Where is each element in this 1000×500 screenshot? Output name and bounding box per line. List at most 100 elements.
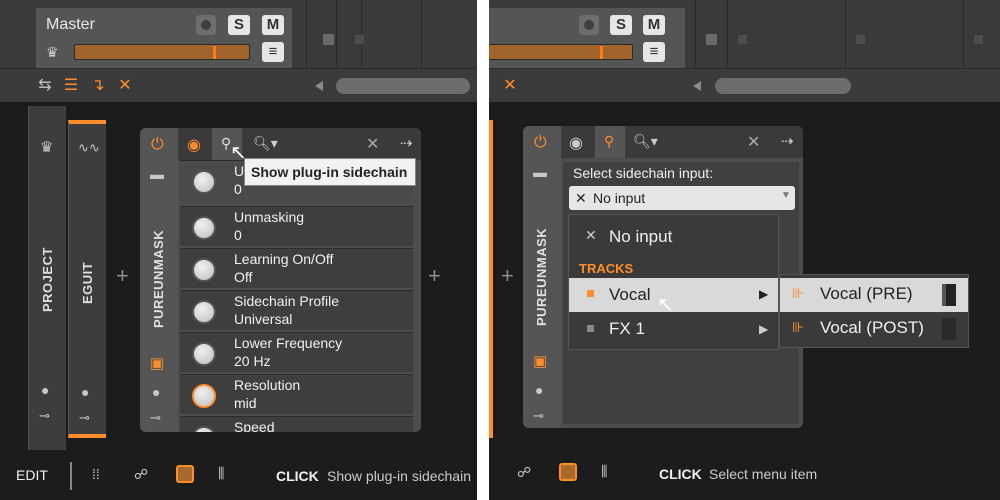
track-color-icon <box>587 325 594 332</box>
arrow-return-icon[interactable]: ↴ <box>88 76 108 96</box>
grid-icon[interactable]: ⁞⁞ <box>92 466 100 482</box>
add-device-button[interactable]: + <box>501 263 514 289</box>
device-name: PUREUNMASK <box>151 229 166 328</box>
link-icon[interactable]: ☍ <box>134 466 148 483</box>
power-icon[interactable]: ⏻ <box>534 134 547 152</box>
close-icon[interactable]: ✕ <box>500 76 520 96</box>
project-panel-label: PROJECT <box>40 247 55 312</box>
knob-icon[interactable] <box>192 216 216 240</box>
knob-icon[interactable] <box>192 258 216 282</box>
parameter-row[interactable]: Resolution mid <box>180 374 413 414</box>
crown-icon: ♛ <box>40 139 54 156</box>
mute-button[interactable]: M <box>643 15 665 35</box>
chevron-down-icon: ▼ <box>781 190 791 201</box>
scroll-left-icon[interactable] <box>315 81 323 91</box>
knob-icon[interactable] <box>192 426 216 432</box>
add-device-button[interactable]: + <box>428 263 441 289</box>
menu-item-label: Vocal <box>609 285 651 304</box>
parameter-name: Resolution <box>234 377 301 393</box>
clip-slot[interactable] <box>306 0 361 68</box>
scroll-left-icon[interactable] <box>693 81 701 91</box>
window-icon[interactable]: ▣ <box>533 352 547 370</box>
folder-icon[interactable]: ▬ <box>533 164 547 180</box>
clip-stop-icon <box>974 35 983 44</box>
power-icon[interactable]: ⏻ <box>151 136 164 154</box>
select-clear-icon: ✕ <box>575 190 587 206</box>
parameter-row[interactable]: Sidechain Profile Universal <box>180 290 413 330</box>
dial-icon[interactable]: ◉ <box>187 135 201 155</box>
volume-fader-marker <box>600 46 603 59</box>
arrow-right-icon[interactable]: ⇢ <box>400 134 413 152</box>
status-action: CLICK <box>276 468 319 484</box>
swap-icon[interactable]: ⇆ <box>35 76 55 96</box>
menu-icon[interactable]: ≡ <box>643 42 665 62</box>
menu-item-no-input[interactable]: ✕ No input <box>569 223 778 253</box>
search-icon[interactable]: 🔍︎▾ <box>633 133 658 150</box>
search-icon[interactable]: 🔍︎▾ <box>253 135 278 152</box>
layout-icon[interactable]: ☰ <box>61 76 81 96</box>
horizontal-scrollbar[interactable] <box>715 78 851 94</box>
submenu-item-vocal-pre[interactable]: ⊪ Vocal (PRE) <box>780 278 968 312</box>
parameter-row[interactable]: Learning On/Off Off <box>180 248 413 288</box>
sidechain-button[interactable]: ⚲ <box>595 126 625 158</box>
level-meter <box>942 284 956 306</box>
arrow-right-icon[interactable]: ⇢ <box>781 132 794 150</box>
menu-section-label: TRACKS <box>579 261 634 276</box>
parameter-row[interactable]: Speed <box>180 416 413 432</box>
master-track-header[interactable]: Master S M ♛ ≡ <box>36 8 292 68</box>
image-divider <box>477 0 489 500</box>
mixer-icon[interactable]: ⫼ <box>218 465 224 482</box>
knob-icon[interactable] <box>192 170 216 194</box>
level-meter <box>942 318 956 340</box>
parameter-value: Universal <box>234 311 293 327</box>
clip-slot[interactable] <box>727 0 845 68</box>
clip-slot[interactable] <box>355 0 421 68</box>
project-panel[interactable]: ♛ PROJECT ● ⊸ <box>28 106 66 450</box>
menu-icon[interactable]: ≡ <box>262 42 284 62</box>
device-header: ◉ ⚲ 🔍︎▾ ✕ ⇢ <box>561 126 803 158</box>
link-icon[interactable]: ☍ <box>517 464 531 481</box>
clip-slot[interactable] <box>695 0 727 68</box>
master-track-label: Master <box>46 16 95 33</box>
panel-toggle-icon[interactable] <box>176 465 194 483</box>
dial-icon[interactable]: ◉ <box>569 133 583 153</box>
clear-search-icon[interactable]: ✕ <box>366 134 379 154</box>
sidechain-icon: ⚲ <box>604 133 615 149</box>
knob-icon[interactable] <box>192 342 216 366</box>
volume-fader[interactable] <box>74 44 250 60</box>
folder-icon[interactable]: ▬ <box>150 166 164 182</box>
device-strip: ⏻ ▬ PUREUNMASK ▣ ● ⊸ <box>140 128 178 432</box>
clip-slot[interactable] <box>845 0 963 68</box>
sidechain-select[interactable]: ✕ No input ▼ <box>569 186 795 210</box>
add-device-button[interactable]: + <box>116 263 129 289</box>
mixer-icon[interactable]: ⫼ <box>601 463 607 480</box>
clip-slot[interactable] <box>963 0 1000 68</box>
menu-item-fx1[interactable]: FX 1 ▶ <box>569 315 778 345</box>
routing-icon: ⊸ <box>79 410 90 425</box>
volume-fader[interactable] <box>489 44 633 60</box>
close-icon[interactable]: ✕ <box>115 76 135 96</box>
solo-button[interactable]: S <box>228 15 250 35</box>
knob-icon[interactable] <box>192 384 216 408</box>
clip-stop-icon <box>738 35 747 44</box>
panel-toggle-icon[interactable] <box>559 463 577 481</box>
horizontal-scrollbar[interactable] <box>336 78 470 94</box>
window-icon[interactable]: ▣ <box>150 354 164 372</box>
solo-button[interactable]: S <box>610 15 632 35</box>
eguit-panel[interactable]: ∿∿ EGUIT ● ⊸ <box>68 120 106 438</box>
clear-search-icon[interactable]: ✕ <box>747 132 760 152</box>
select-value: No input <box>593 190 646 206</box>
submenu-item-vocal-post[interactable]: ⊪ Vocal (POST) <box>780 313 968 345</box>
mute-button[interactable]: M <box>262 15 284 35</box>
parameter-row[interactable]: Unmasking 0 <box>180 206 413 246</box>
record-arm-button[interactable] <box>579 15 599 35</box>
parameter-name: Unmasking <box>234 209 305 225</box>
audio-icon: ⊪ <box>792 319 805 335</box>
master-track-header[interactable]: S M ≡ <box>489 8 685 68</box>
record-arm-button[interactable] <box>196 15 216 35</box>
knob-icon[interactable] <box>192 300 216 324</box>
status-hint: Select menu item <box>709 466 818 482</box>
parameter-row[interactable]: Lower Frequency 20 Hz <box>180 332 413 372</box>
clock-icon: ● <box>41 382 50 398</box>
clip-slot[interactable] <box>421 0 477 68</box>
